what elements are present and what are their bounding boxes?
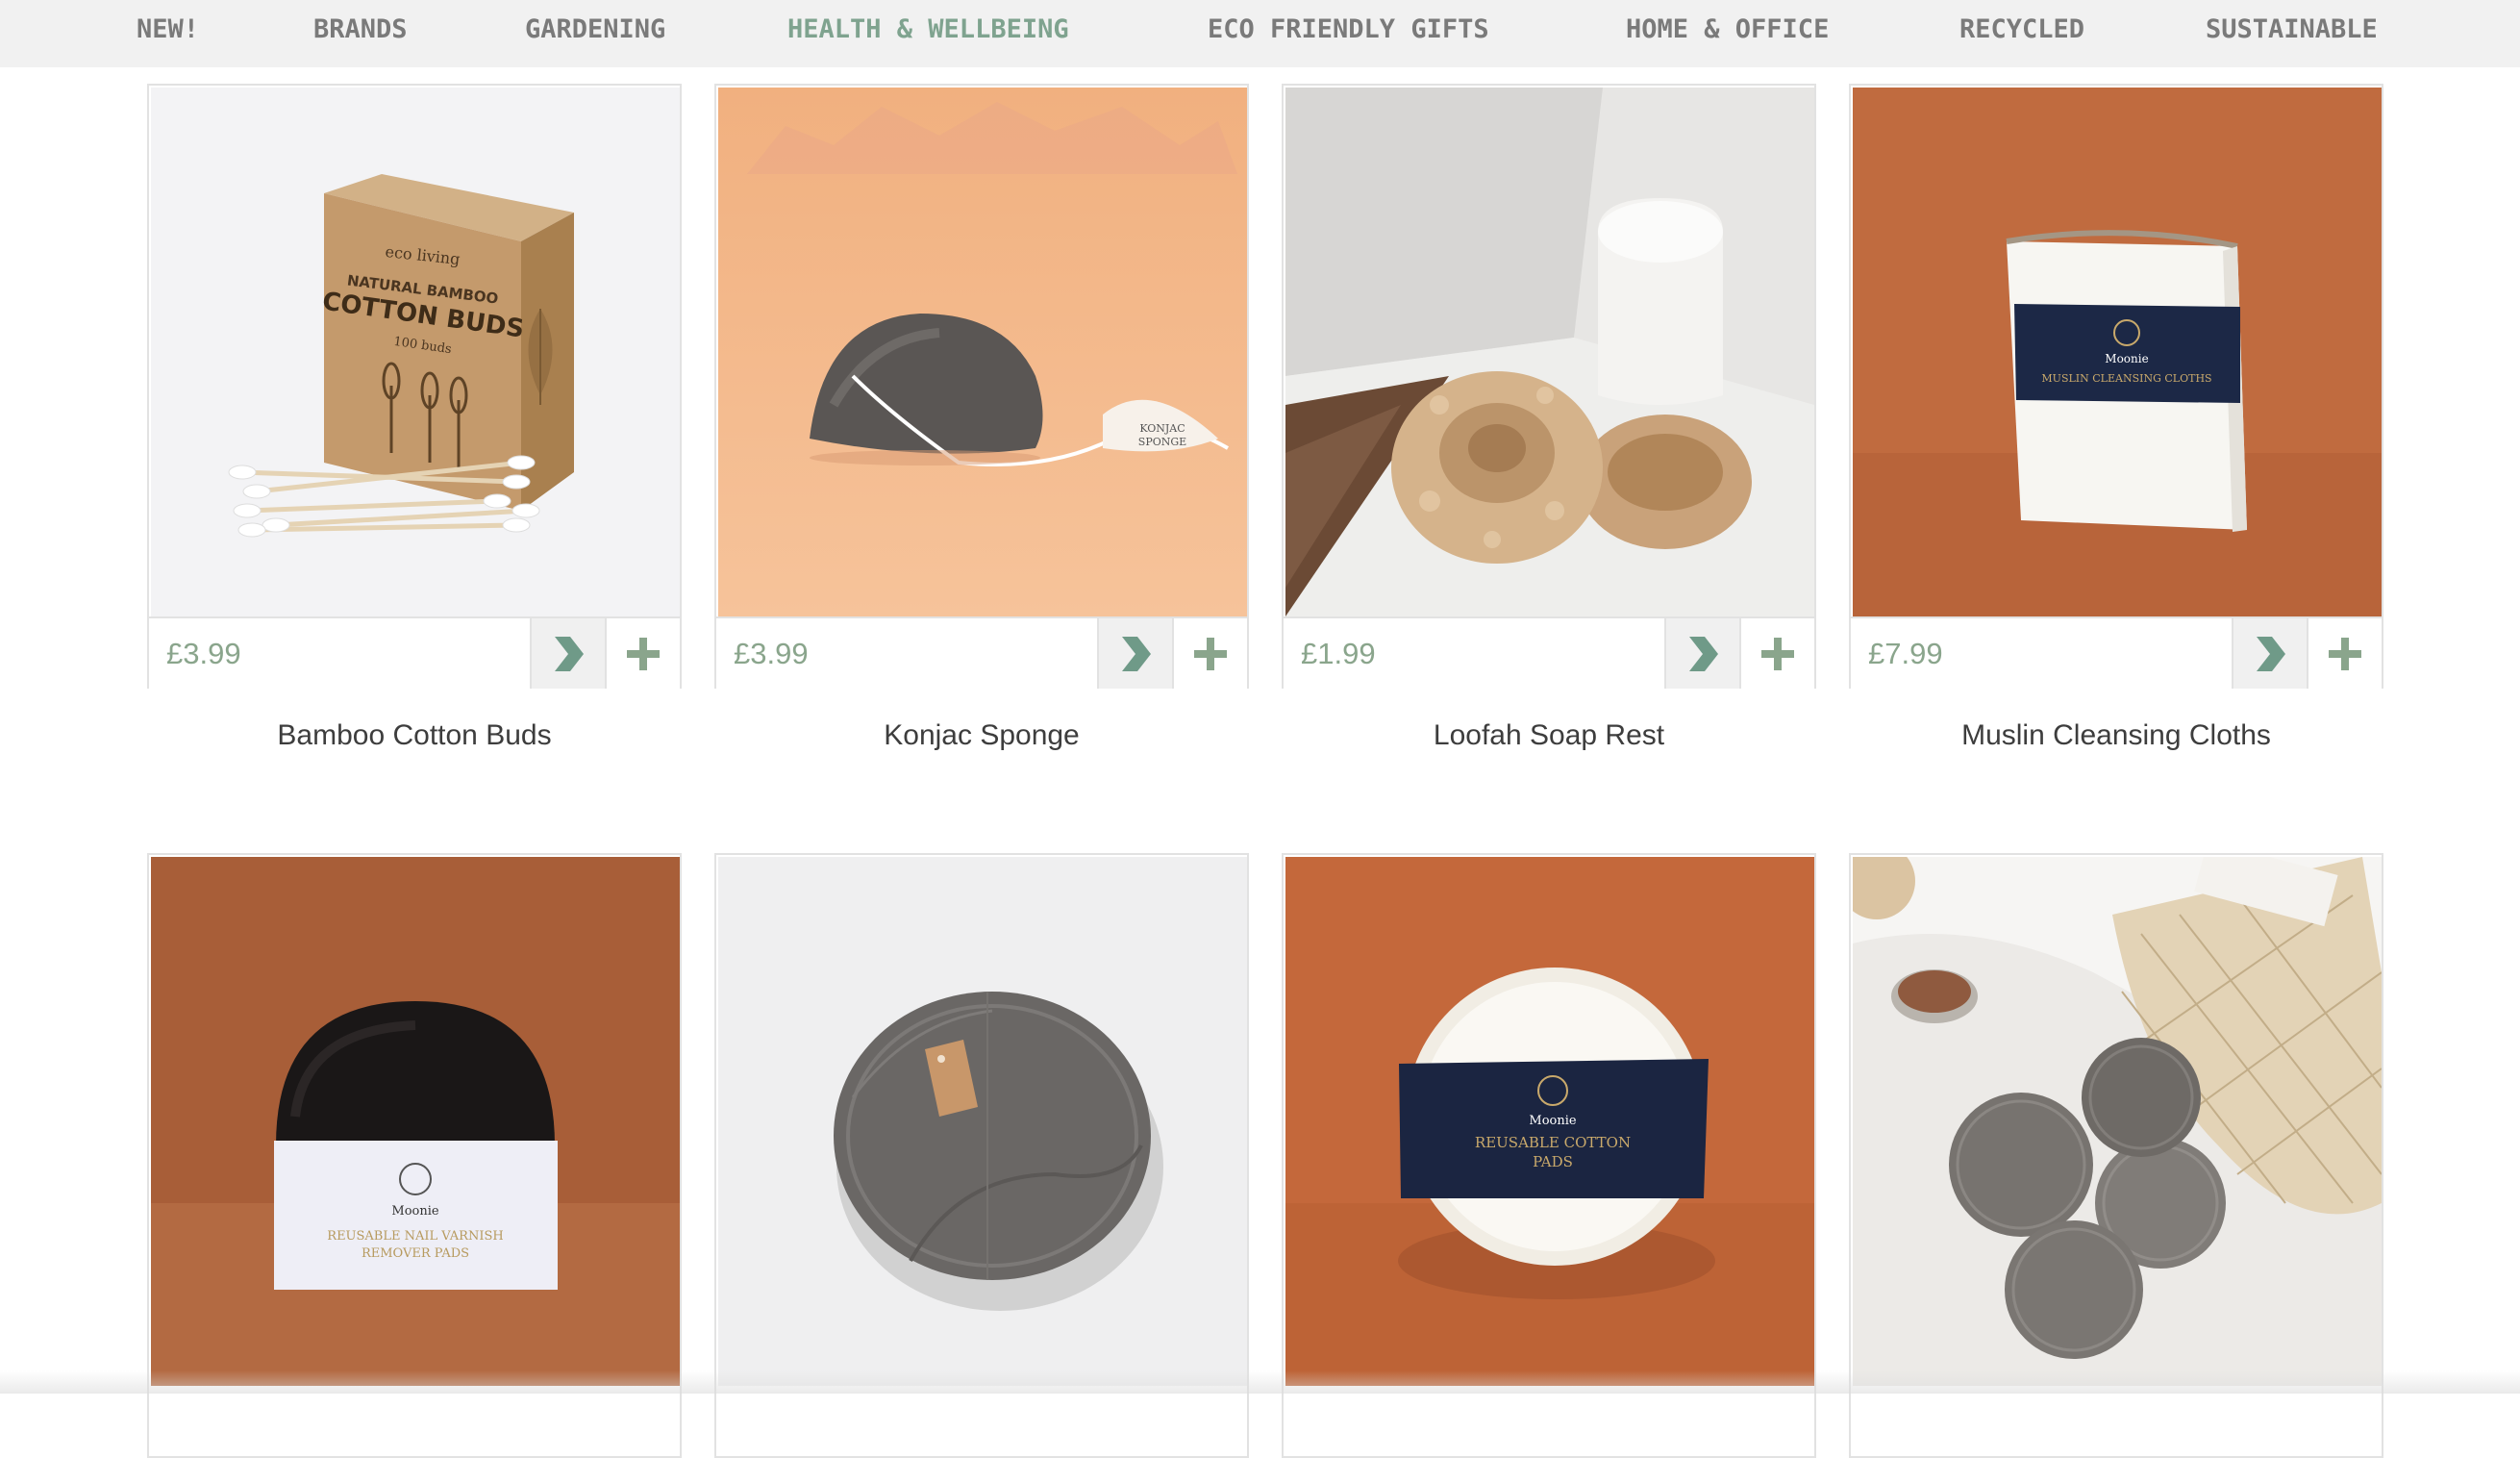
product-card: Moonie REUSABLE COTTON PADS bbox=[1282, 853, 1816, 1458]
nav-item-eco-friendly-gifts[interactable]: ECO FRIENDLY GIFTS bbox=[1208, 0, 1489, 60]
nav-item-brands[interactable]: BRANDS bbox=[313, 0, 408, 60]
price-bar: £7.99 bbox=[1851, 616, 2382, 689]
svg-text:REUSABLE NAIL VARNISH: REUSABLE NAIL VARNISH bbox=[327, 1229, 503, 1244]
product-image-bamboo-cotton-buds[interactable]: eco living NATURAL BAMBOO COTTON BUDS 10… bbox=[151, 88, 680, 616]
nav-item-gardening[interactable]: GARDENING bbox=[525, 0, 665, 60]
plus-icon bbox=[1194, 637, 1227, 670]
product-image-makeup-pads-bag[interactable] bbox=[1853, 857, 2382, 1386]
product-card bbox=[714, 853, 1249, 1458]
top-navigation: NEW! BRANDS GARDENING HEALTH & WELLBEING… bbox=[0, 0, 2520, 67]
product-price: £3.99 bbox=[734, 637, 809, 670]
svg-text:Moonie: Moonie bbox=[1529, 1114, 1576, 1128]
svg-text:PADS: PADS bbox=[1533, 1153, 1573, 1170]
nav-item-home-office[interactable]: HOME & OFFICE bbox=[1626, 0, 1829, 60]
product-image-reusable-cotton-pads[interactable]: Moonie REUSABLE COTTON PADS bbox=[1285, 857, 1814, 1386]
product-card: Moonie REUSABLE NAIL VARNISH REMOVER PAD… bbox=[147, 853, 682, 1458]
svg-text:REMOVER PADS: REMOVER PADS bbox=[362, 1246, 469, 1261]
svg-text:Moonie: Moonie bbox=[391, 1204, 438, 1219]
svg-text:MUSLIN CLEANSING CLOTHS: MUSLIN CLEANSING CLOTHS bbox=[2041, 372, 2211, 385]
product-card: Moonie MUSLIN CLEANSING CLOTHS £7.99 bbox=[1849, 84, 2383, 689]
product-name[interactable]: Bamboo Cotton Buds bbox=[147, 719, 682, 752]
product-name[interactable]: Muslin Cleansing Cloths bbox=[1849, 719, 2383, 752]
price-bar: £1.99 bbox=[1284, 616, 1814, 689]
chevron-right-icon bbox=[555, 636, 584, 671]
product-image-muslin-cleansing-cloths[interactable]: Moonie MUSLIN CLEANSING CLOTHS bbox=[1853, 88, 2382, 616]
product-price: £3.99 bbox=[166, 637, 241, 670]
product-image-konjac-sponge[interactable]: KONJAC SPONGE bbox=[718, 88, 1247, 616]
product-image-grey-face-cloth[interactable] bbox=[718, 857, 1247, 1386]
svg-text:REUSABLE COTTON: REUSABLE COTTON bbox=[1475, 1134, 1631, 1151]
price-bar: £3.99 bbox=[149, 616, 680, 689]
view-product-button[interactable] bbox=[1664, 618, 1739, 689]
product-price: £1.99 bbox=[1301, 637, 1376, 670]
product-name[interactable]: Konjac Sponge bbox=[714, 719, 1249, 752]
add-to-basket-button[interactable] bbox=[1739, 618, 1814, 689]
product-card bbox=[1849, 853, 2383, 1458]
product-card: £1.99 bbox=[1282, 84, 1816, 689]
svg-text:Moonie: Moonie bbox=[2105, 352, 2148, 365]
chevron-right-icon bbox=[2257, 636, 2285, 671]
view-product-button[interactable] bbox=[530, 618, 605, 689]
product-card: KONJAC SPONGE £3.99 bbox=[714, 84, 1249, 689]
plus-icon bbox=[2329, 637, 2361, 670]
nav-item-health-wellbeing[interactable]: HEALTH & WELLBEING bbox=[787, 0, 1069, 60]
chevron-right-icon bbox=[1689, 636, 1718, 671]
nav-item-sustainable[interactable]: SUSTAINABLE bbox=[2206, 0, 2378, 60]
nav-item-recycled[interactable]: RECYCLED bbox=[1959, 0, 2084, 60]
plus-icon bbox=[627, 637, 660, 670]
svg-text:KONJAC: KONJAC bbox=[1139, 422, 1185, 435]
svg-text:SPONGE: SPONGE bbox=[1138, 436, 1186, 448]
view-product-button[interactable] bbox=[2232, 618, 2307, 689]
chevron-right-icon bbox=[1122, 636, 1151, 671]
product-name[interactable]: Loofah Soap Rest bbox=[1282, 719, 1816, 752]
add-to-basket-button[interactable] bbox=[1172, 618, 1247, 689]
view-product-button[interactable] bbox=[1097, 618, 1172, 689]
price-bar: £3.99 bbox=[716, 616, 1247, 689]
plus-icon bbox=[1761, 637, 1794, 670]
product-image-loofah-soap-rest[interactable] bbox=[1285, 88, 1814, 616]
bottom-fade bbox=[0, 1370, 2520, 1394]
add-to-basket-button[interactable] bbox=[2307, 618, 2382, 689]
add-to-basket-button[interactable] bbox=[605, 618, 680, 689]
product-card: eco living NATURAL BAMBOO COTTON BUDS 10… bbox=[147, 84, 682, 689]
product-price: £7.99 bbox=[1868, 637, 1943, 670]
product-image-nail-varnish-remover-pads[interactable]: Moonie REUSABLE NAIL VARNISH REMOVER PAD… bbox=[151, 857, 680, 1386]
nav-item-new[interactable]: NEW! bbox=[137, 0, 199, 60]
